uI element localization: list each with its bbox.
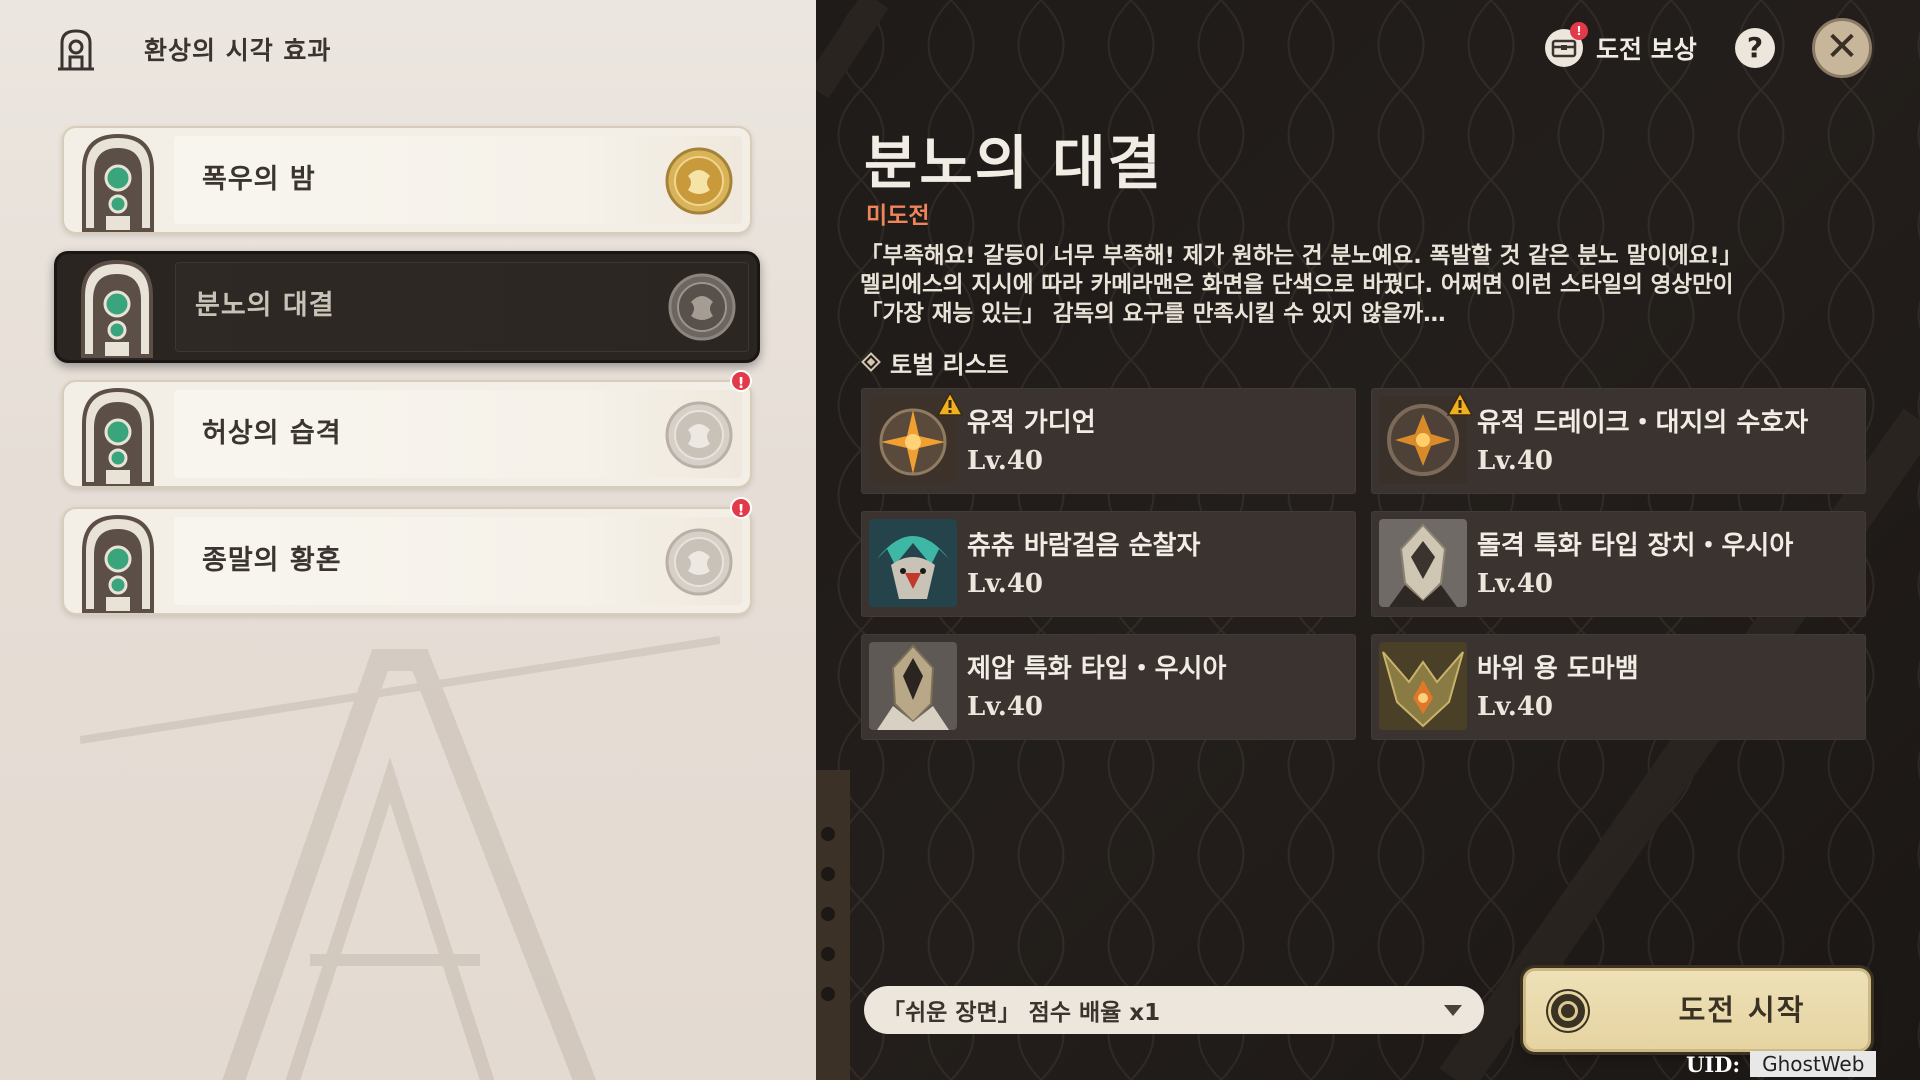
domain-gate-icon [82,133,154,232]
enemy-item[interactable]: 유적 가디언 Lv.40 [861,388,1356,494]
chevron-down-icon [1444,1005,1462,1016]
confirm-ring-icon [1548,991,1588,1031]
challenge-reward-button[interactable]: ! 도전 보상 [1544,22,1697,68]
enemy-item[interactable]: 츄츄 바람걸음 순찰자 Lv.40 [861,511,1356,617]
warning-icon [937,392,963,416]
diamond-bullet-icon [861,352,881,372]
suppression-ousia-portrait [869,642,957,730]
enemy-name: 유적 가디언 [967,408,1096,438]
stage-item-stormy-night[interactable]: 폭우의 밤 [62,126,752,234]
stage-label: 종말의 황혼 [202,545,342,576]
shrine-icon [58,29,94,71]
new-alert-badge: ! [730,497,752,519]
help-button[interactable]: ? [1735,28,1775,68]
enemy-name: 츄츄 바람걸음 순찰자 [967,531,1201,561]
warning-icon [1447,392,1473,416]
enemy-item[interactable]: 제압 특화 타입・우시아 Lv.40 [861,634,1356,740]
start-challenge-button[interactable]: 도전 시작 [1523,968,1871,1052]
grey-medal-icon [665,401,733,469]
close-button[interactable]: ✕ [1812,18,1872,78]
enemy-name: 바위 용 도마뱀 [1477,654,1639,684]
stage-label: 폭우의 밤 [202,164,316,195]
film-strip-decoration [816,770,850,1080]
difficulty-dropdown[interactable]: 「쉬운 장면」 점수 배율 x1 [864,986,1484,1034]
panel-header: 환상의 시각 효과 [56,26,331,72]
new-alert-badge: ! [730,370,752,392]
domain-title: 분노의 대결 [864,129,1163,197]
enemy-item[interactable]: 유적 드레이크・대지의 수호자 Lv.40 [1371,388,1866,494]
start-challenge-label: 도전 시작 [1678,993,1806,1027]
domain-gate-icon [81,259,153,358]
enemy-list-heading: 토벌 리스트 [860,346,1009,379]
stage-label: 허상의 습격 [202,418,342,449]
assault-ousia-portrait [1379,519,1467,607]
domain-gate-icon [82,387,154,486]
panel-title: 환상의 시각 효과 [144,36,332,65]
uid-label: UID: [1686,1051,1741,1077]
stage-list-panel: 환상의 시각 효과 폭우의 밤 분노의 대결 허상의 습격 ! 종말의 황혼 ! [0,0,816,1080]
challenge-status: 미도전 [866,203,930,229]
stage-item-twilight-of-end[interactable]: 종말의 황혼 ! [62,497,752,615]
enemy-level: Lv.40 [1477,569,1554,599]
enemy-level: Lv.40 [1477,446,1554,476]
uid-display: UID: GhostWeb [1686,1050,1877,1078]
stage-list: 폭우의 밤 분노의 대결 허상의 습격 ! 종말의 황혼 ! [54,126,760,634]
hilichurl-portrait [869,519,957,607]
difficulty-value: 「쉬운 장면」 점수 배율 x1 [882,1000,1161,1026]
grey-medal-icon [668,273,736,341]
enemy-name: 제압 특화 타입・우시아 [967,654,1227,684]
faded-tower-illustration [80,636,720,1080]
enemy-name: 돌격 특화 타입 장치・우시아 [1477,531,1794,561]
enemy-item[interactable]: 바위 용 도마뱀 Lv.40 [1371,634,1866,740]
enemy-name: 유적 드레이크・대지의 수호자 [1477,408,1809,438]
enemy-item[interactable]: 돌격 특화 타입 장치・우시아 Lv.40 [1371,511,1866,617]
reward-label: 도전 보상 [1596,35,1697,64]
uid-value: GhostWeb [1750,1051,1877,1077]
enemy-level: Lv.40 [1477,692,1554,722]
enemy-level: Lv.40 [967,446,1044,476]
stage-label: 분노의 대결 [195,290,335,321]
reward-chest-icon: ! [1544,22,1588,68]
domain-gate-icon [82,514,154,613]
enemy-list: 유적 가디언 Lv.40 유적 드레이크・대지의 수호자 Lv.40 츄츄 바람… [861,388,1866,740]
enemy-level: Lv.40 [967,569,1044,599]
gold-medal-icon [665,147,733,215]
stage-item-illusory-raid[interactable]: 허상의 습격 ! [62,370,752,488]
reward-alert-badge: ! [1570,22,1588,40]
domain-description: 「부족해요! 갈등이 너무 부족해! 제가 원하는 건 분노예요. 폭발할 것 … [860,243,1743,327]
grey-medal-icon [665,528,733,596]
geovishap-portrait [1379,642,1467,730]
stage-item-clash-of-fury[interactable]: 분노의 대결 [54,251,760,363]
enemy-level: Lv.40 [967,692,1044,722]
